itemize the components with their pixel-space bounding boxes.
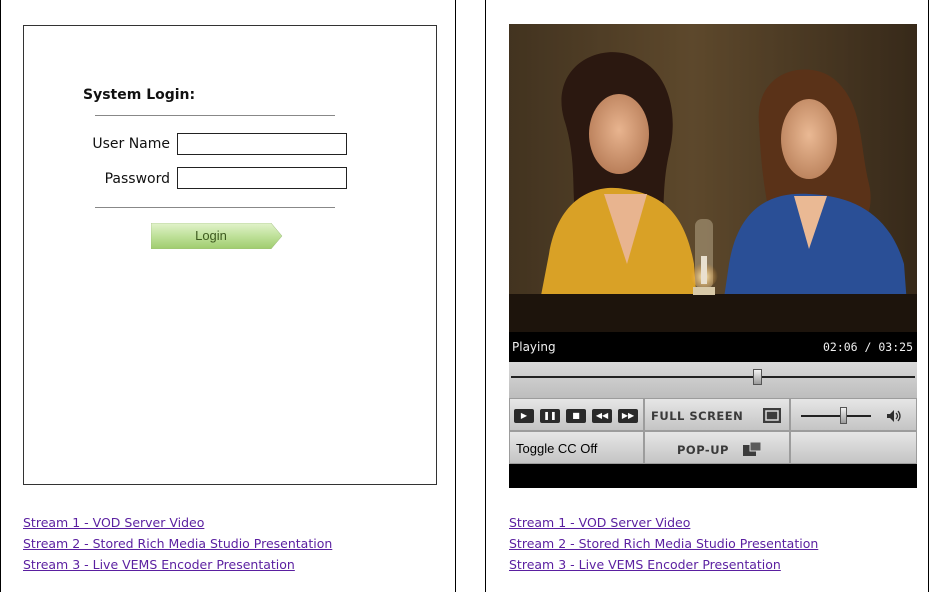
video-player: Playing 02:06 / 03:25 ▶ ❚❚ ■ ◀◀ ▶▶ FULL … — [509, 24, 917, 488]
fast-forward-icon[interactable]: ▶▶ — [618, 409, 638, 423]
seek-bar[interactable] — [509, 362, 917, 398]
stream-2-link[interactable]: Stream 2 - Stored Rich Media Studio Pres… — [23, 533, 332, 554]
play-icon[interactable]: ▶ — [514, 409, 534, 423]
login-box: System Login: User Name Password Login — [23, 25, 437, 485]
fullscreen-label: FULL SCREEN — [651, 409, 744, 423]
stream-links: Stream 1 - VOD Server Video Stream 2 - S… — [23, 512, 332, 575]
pause-icon[interactable]: ❚❚ — [540, 409, 560, 423]
cc-toggle-button[interactable]: Toggle CC Off — [509, 431, 644, 464]
stop-icon[interactable]: ■ — [566, 409, 586, 423]
login-button[interactable]: Login — [151, 223, 283, 249]
status-bar: Playing 02:06 / 03:25 — [509, 332, 917, 362]
login-button-label: Login — [195, 228, 227, 243]
speaker-icon[interactable] — [886, 409, 902, 423]
empty-control-cell — [790, 431, 917, 464]
volume-handle[interactable] — [840, 407, 847, 424]
transport-group: ▶ ❚❚ ■ ◀◀ ▶▶ — [509, 398, 644, 431]
fullscreen-icon — [763, 408, 781, 423]
player-footer — [509, 464, 917, 488]
stream-3-link[interactable]: Stream 3 - Live VEMS Encoder Presentatio… — [23, 554, 332, 575]
player-panel: Playing 02:06 / 03:25 ▶ ❚❚ ■ ◀◀ ▶▶ FULL … — [485, 0, 929, 592]
seek-handle[interactable] — [753, 369, 763, 385]
login-title: System Login: — [83, 87, 196, 103]
divider — [95, 115, 335, 116]
stream-2-link[interactable]: Stream 2 - Stored Rich Media Studio Pres… — [509, 533, 818, 554]
stream-1-link[interactable]: Stream 1 - VOD Server Video — [509, 512, 818, 533]
username-label: User Name — [92, 136, 170, 152]
stream-links: Stream 1 - VOD Server Video Stream 2 - S… — [509, 512, 818, 575]
popup-label: POP-UP — [677, 443, 729, 457]
seek-track[interactable] — [511, 376, 915, 378]
login-panel: System Login: User Name Password Login S… — [0, 0, 456, 592]
divider — [95, 207, 335, 208]
rewind-icon[interactable]: ◀◀ — [592, 409, 612, 423]
playback-status: Playing — [512, 340, 556, 354]
time-display: 02:06 / 03:25 — [822, 340, 913, 354]
volume-group — [790, 398, 917, 431]
stream-3-link[interactable]: Stream 3 - Live VEMS Encoder Presentatio… — [509, 554, 818, 575]
player-controls: ▶ ❚❚ ■ ◀◀ ▶▶ FULL SCREEN Toggle CC Off P… — [509, 398, 917, 464]
video-frame[interactable] — [509, 24, 917, 332]
password-label: Password — [104, 171, 170, 187]
stream-1-link[interactable]: Stream 1 - VOD Server Video — [23, 512, 332, 533]
cc-toggle-label: Toggle CC Off — [516, 441, 598, 456]
password-input[interactable] — [177, 167, 347, 189]
username-input[interactable] — [177, 133, 347, 155]
popup-icon — [743, 442, 761, 456]
popup-button[interactable]: POP-UP — [644, 431, 790, 464]
fullscreen-button[interactable]: FULL SCREEN — [644, 398, 790, 431]
volume-track[interactable] — [801, 415, 871, 417]
